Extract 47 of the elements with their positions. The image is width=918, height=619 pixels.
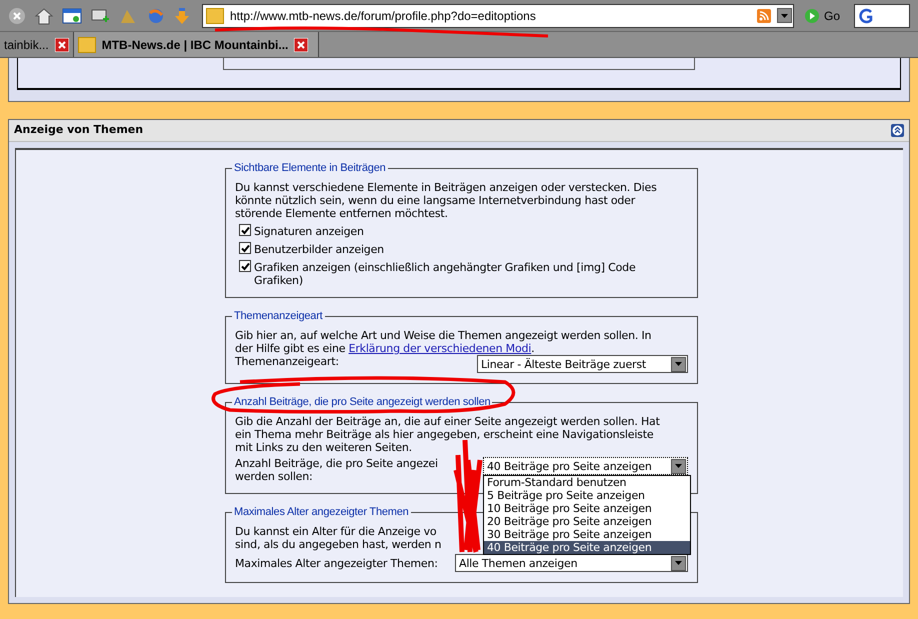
section-title: Anzeige von Themen <box>14 122 144 138</box>
select-field[interactable]: Alle Themen anzeigen <box>455 554 688 572</box>
tab-label: MTB-News.de | IBC Mountainbi... <box>102 36 288 54</box>
address-bar[interactable]: http://www.mtb-news.de/forum/profile.php?do=editoptions <box>202 4 794 28</box>
stop-icon[interactable] <box>8 6 26 24</box>
field-label: Themenanzeigeart: <box>235 355 339 368</box>
browser-tab[interactable]: MTB-News.de | IBC Mountainbi... <box>74 32 320 57</box>
search-field[interactable] <box>854 4 910 28</box>
close-icon[interactable] <box>54 38 69 52</box>
fieldset-legend: Anzahl Beiträge, die pro Seite angezeigt werden sollen <box>232 395 492 409</box>
home-icon[interactable] <box>34 6 54 24</box>
checkbox-label: Benutzerbilder anzeigen <box>254 243 384 256</box>
tab-label: tainbik... <box>4 36 49 54</box>
fieldset-legend: Maximales Alter angezeigter Themen <box>232 505 411 519</box>
url-text: http://www.mtb-news.de/forum/profile.php?do=editoptions <box>230 8 537 24</box>
collapse-icon[interactable] <box>891 124 904 137</box>
checkbox-label: Signaturen anzeigen <box>254 225 364 238</box>
fieldset-legend: Themenanzeigeart <box>232 309 325 323</box>
checkbox[interactable] <box>239 242 251 254</box>
dropdown-option[interactable]: 10 Beiträge pro Seite anzeigen <box>484 502 690 515</box>
description-text: Gib hier an, auf welche Art und Weise die Themen angezeigt werden sollen. In der Hilfe gibt es eine Erklärung der verschiedenen Modi. <box>235 329 652 355</box>
checkbox[interactable] <box>239 260 251 272</box>
field-label: Maximales Alter angezeigter Themen: <box>235 556 438 570</box>
close-icon[interactable] <box>294 38 308 52</box>
dropdown-option[interactable]: 20 Beiträge pro Seite anzeigen <box>484 515 690 528</box>
dropdown-option[interactable]: Forum-Standard benutzen <box>484 476 690 489</box>
monitor-icon[interactable] <box>90 6 110 24</box>
fieldset-legend: Sichtbare Elemente in Beiträgen <box>232 161 388 175</box>
select-field[interactable]: 40 Beiträge pro Seite anzeigen <box>483 457 688 475</box>
rss-icon[interactable] <box>757 8 771 22</box>
description-text: Du kannst verschiedene Elemente in Beiträgen anzeigen oder verstecken. Dies könnte nützlich sein, wenn du eine langsame Internetverbindung hast oder störende Elemente entfernen möchtest. <box>235 181 658 220</box>
description-text: Gib die Anzahl der Beiträge an, die auf einer Seite angezeigt werden sollen. Hat ein Thema mehr Beiträge als hier angegeben, erscheint eine Navigationsleiste mit Links zu den weiteren Seiten. <box>235 415 661 454</box>
search-engine-icon <box>858 8 874 24</box>
dropdown-option[interactable]: 30 Beiträge pro Seite anzeigen <box>484 528 690 541</box>
help-link[interactable]: Erklärung der verschiedenen Modi <box>348 342 532 355</box>
dropdown-option[interactable]: 40 Beiträge pro Seite anzeigen <box>484 541 690 554</box>
browser-tab[interactable]: tainbik... <box>0 32 74 57</box>
play-icon[interactable] <box>804 8 820 24</box>
description-text: Du kannst ein Alter für die Anzeige vo <box>235 525 436 538</box>
dropdown-option[interactable]: 5 Beiträge pro Seite anzeigen <box>484 489 690 502</box>
description-text: sind, als du angegeben hast, werden n <box>235 538 442 551</box>
go-button[interactable]: Go <box>824 6 840 24</box>
checkbox[interactable] <box>239 224 251 236</box>
checkbox-label: Grafiken anzeigen (einschließlich angehängter Grafiken und [img] Code Grafiken) <box>254 261 637 287</box>
window-icon[interactable] <box>62 6 82 24</box>
field-label: Anzahl Beiträge, die pro Seite angezei werden sollen: <box>235 457 439 483</box>
select-field[interactable]: Linear - Älteste Beiträge zuerst <box>477 355 688 373</box>
